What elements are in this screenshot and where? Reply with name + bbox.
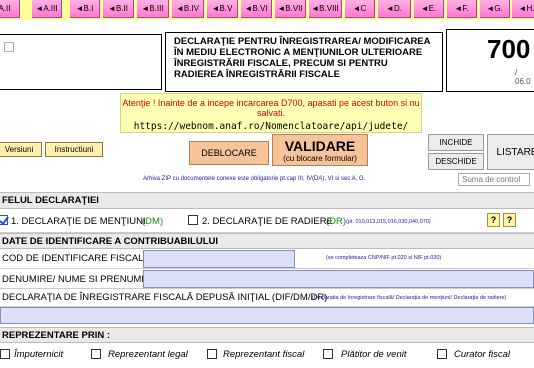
notice-url: https://webnom.anaf.ro/Nomenclatoare/api… <box>133 121 409 132</box>
denumire-label: DENUMIRE/ NUME SI PRENUME <box>2 274 148 285</box>
denumire-row: DENUMIRE/ NUME SI PRENUME <box>0 269 534 289</box>
declaratia-label: DECLARAŢIA DE ÎNREGISTRARE FISCALĂ DEPUS… <box>2 292 328 303</box>
logo-box <box>0 34 162 90</box>
listare-button[interactable]: LISTARE <box>487 134 534 170</box>
felul-row: 1. DECLARAŢIE DE MENŢIUNI (DM) 2. DECLAR… <box>0 209 534 233</box>
nav-button[interactable]: ◄A.III <box>32 0 62 18</box>
cod-label: COD DE IDENTIFICARE FISCALĂ <box>2 253 150 264</box>
curator-fiscal-checkbox[interactable] <box>437 349 447 359</box>
declaratia-row: DECLARAŢIA DE ÎNREGISTRARE FISCALĂ DEPUS… <box>0 289 534 307</box>
judete-notice-button[interactable]: Atenţie ! Inainte de a incepe incarcarea… <box>120 93 422 133</box>
nav-button[interactable]: A.II <box>0 0 20 18</box>
platitor-venit-label: Plătitor de venit <box>341 349 407 360</box>
cod-note: (se completeaza CNP/NIF pt.020 si NIF pt… <box>326 255 442 261</box>
form-title: DECLARAŢIE PENTRU ÎNREGISTRAREA/ MODIFIC… <box>165 32 443 92</box>
instructiuni-button[interactable]: Instructiuni <box>45 142 103 157</box>
dm-code: (DM) <box>142 216 164 227</box>
felul-section-title: FELUL DECLARAŢIEI <box>2 195 99 206</box>
curator-fiscal-label: Curator fiscal <box>454 349 510 360</box>
dr-checkbox[interactable] <box>188 215 198 225</box>
reprezentare-section-title: REPREZENTARE PRIN : <box>2 329 111 341</box>
nav-button[interactable]: ◄G. <box>480 0 510 18</box>
reprezentant-legal-checkbox[interactable] <box>91 349 101 359</box>
nav-button[interactable]: ◄B.IV <box>172 0 204 18</box>
reprezentant-legal-label: Reprezentant legal <box>108 349 188 360</box>
validare-label: VALIDARE <box>284 137 356 154</box>
declaratia-note: (Declaratia de înregistrare fiscală/ Dec… <box>312 295 507 301</box>
document-icon <box>4 42 14 52</box>
checkmark-icon <box>0 216 9 226</box>
form-number: 700 <box>487 34 531 64</box>
imputernicit-checkbox[interactable] <box>0 349 10 359</box>
platitor-venit-checkbox[interactable] <box>323 349 333 359</box>
deblocare-button[interactable]: DEBLOCARE <box>189 141 269 165</box>
nav-button[interactable]: ◄F. <box>447 0 477 18</box>
felul-section-header: FELUL DECLARAŢIEI <box>0 192 534 209</box>
dm-label: 1. DECLARAŢIE DE MENŢIUNI <box>11 216 146 227</box>
dr-note: (pt. 010,013,015,016,030,040,070) <box>346 219 431 225</box>
reprezentant-fiscal-checkbox[interactable] <box>207 349 217 359</box>
nav-button[interactable]: ◄B.VIII <box>309 0 342 18</box>
deschide-button[interactable]: DESCHIDE <box>428 153 484 170</box>
deblocare-label: DEBLOCARE <box>201 148 257 158</box>
validare-button[interactable]: VALIDARE (cu blocare formular) <box>272 134 368 166</box>
identificare-section-title: DATE DE IDENTIFICARE A CONTRIBUABILULUI <box>2 235 219 247</box>
notice-warning-text: Atenţie ! Inainte de a incepe incarcarea… <box>122 98 420 118</box>
identificare-section-header: DATE DE IDENTIFICARE A CONTRIBUABILULUI <box>0 233 534 249</box>
dr-label: 2. DECLARAŢIE DE RADIERE <box>202 216 333 227</box>
arhiva-note: Arhiva ZIP cu documentele conexe este ob… <box>143 176 366 182</box>
reprezentare-row: Împuternicit Reprezentant legal Reprezen… <box>0 343 534 368</box>
nav-button[interactable]: ◄B.VI <box>241 0 272 18</box>
nav-button[interactable]: ◄E. <box>414 0 444 18</box>
inchide-button[interactable]: INCHIDE <box>428 134 484 151</box>
denumire-input[interactable] <box>143 270 534 288</box>
reprezentare-section-header: REPREZENTARE PRIN : <box>0 327 534 343</box>
suma-control-input[interactable]: Suma de control <box>458 173 530 186</box>
imputernicit-label: Împuternicit <box>14 349 64 360</box>
dm-checkbox[interactable] <box>0 215 9 226</box>
cod-fiscal-input[interactable] <box>143 250 295 268</box>
cod-row: COD DE IDENTIFICARE FISCALĂ (se complete… <box>0 249 534 269</box>
help-button-1[interactable]: ? <box>487 213 500 227</box>
section-nav-bar: A.II ◄A.III ◄B.I ◄B.II ◄B.III ◄B.IV ◄B.V ◄B.VI ◄… <box>0 0 534 20</box>
nav-button[interactable]: ◄D. <box>378 0 411 18</box>
declaratia-input[interactable] <box>0 307 534 324</box>
dr-code: (DR) <box>326 216 347 227</box>
form-version: / 06.0 <box>515 68 531 86</box>
nav-button[interactable]: ◄B.II <box>103 0 134 18</box>
validare-sublabel: (cu blocare formular) <box>283 153 357 163</box>
nav-button[interactable]: ◄C <box>345 0 375 18</box>
nav-button[interactable]: ◄B.VII <box>275 0 306 18</box>
nav-button[interactable]: ◄B.I <box>70 0 100 18</box>
nav-button[interactable]: ◄H. <box>512 0 534 18</box>
versiuni-button[interactable]: Versiuni <box>0 142 42 157</box>
help-button-2[interactable]: ? <box>503 213 516 227</box>
nav-button[interactable]: ◄B.V <box>207 0 238 18</box>
reprezentant-fiscal-label: Reprezentant fiscal <box>223 349 305 360</box>
nav-button[interactable]: ◄B.III <box>137 0 169 18</box>
